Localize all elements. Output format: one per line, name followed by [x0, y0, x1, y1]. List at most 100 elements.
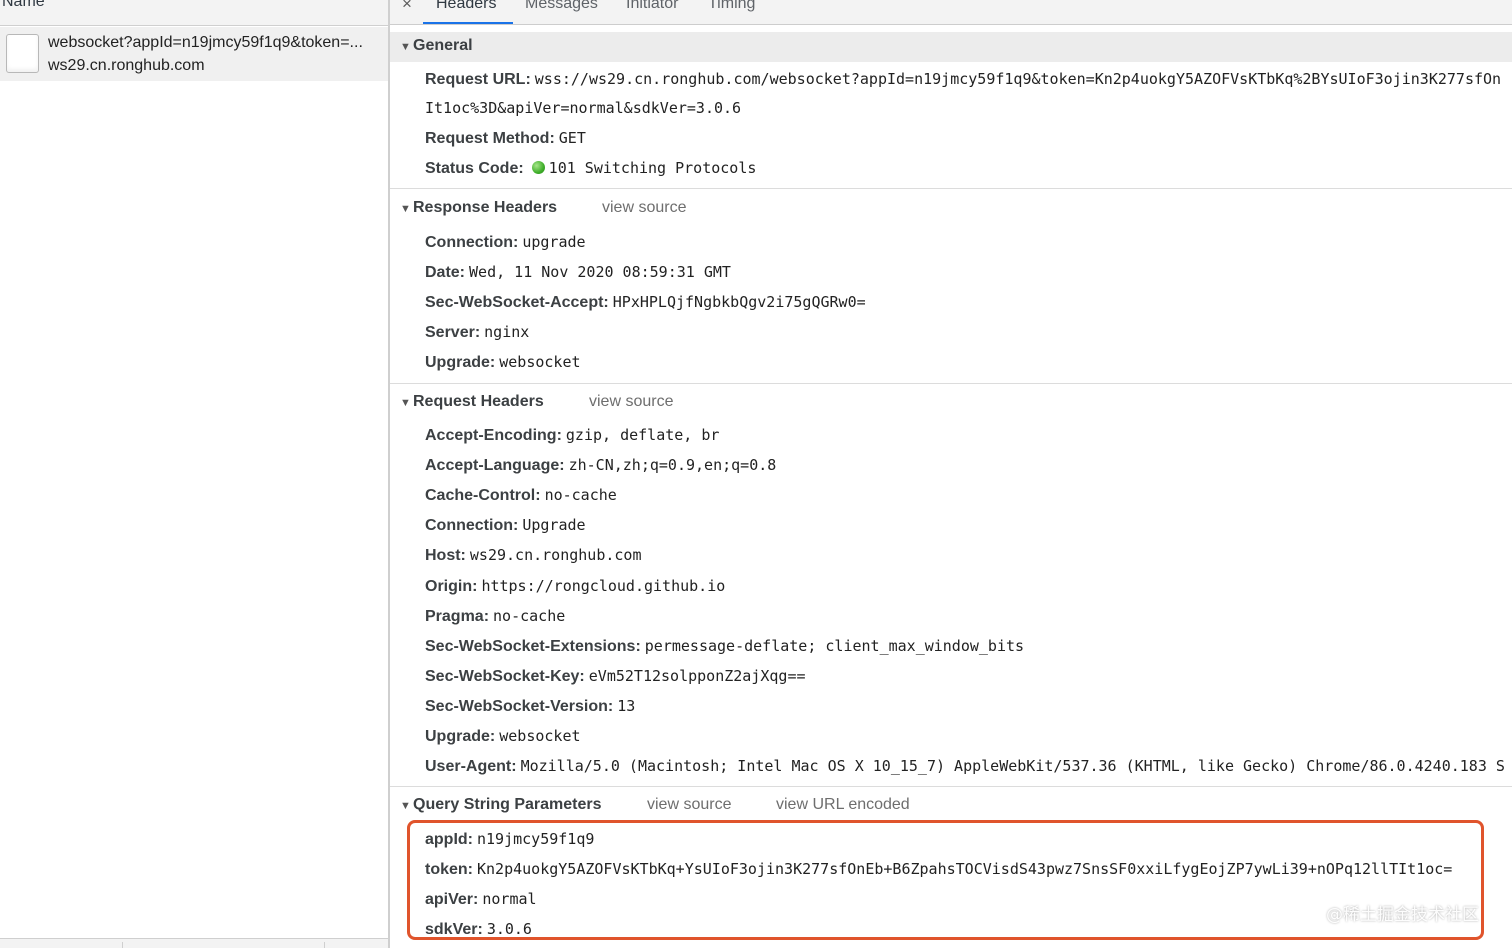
request-details-panel: × Headers Messages Initiator Timing ▼ Ge… — [390, 0, 1512, 948]
request-method-value: GET — [558, 129, 586, 147]
response-headers-title: Response Headers — [413, 199, 558, 216]
status-code-value: 101 Switching Protocols — [548, 159, 757, 177]
header-value: HPxHPLQjfNgbkbQgv2i75gQGRw0= — [612, 293, 866, 311]
document-icon — [6, 34, 39, 73]
header-value: Mozilla/5.0 (Macintosh; Intel Mac OS X 1… — [520, 757, 1505, 776]
header-key: Cache-Control: — [425, 487, 541, 505]
header-value: permessage-deflate; client_max_window_bi… — [644, 636, 1025, 655]
section-divider — [390, 786, 1512, 787]
status-bar-divider — [324, 942, 325, 948]
request-url-value-continued: It1oc%3D&apiVer=normal&sdkVer=3.0.6 — [425, 99, 742, 117]
request-method-row: Request Method: GET — [425, 128, 586, 149]
header-value: https://rongcloud.github.io — [481, 576, 726, 595]
header-value: upgrade — [522, 233, 586, 251]
tab-initiator[interactable]: Initiator — [626, 0, 678, 14]
request-url-row-continued: It1oc%3D&apiVer=normal&sdkVer=3.0.6 — [425, 98, 741, 119]
request-name: websocket?appId=n19jmcy59f1q9&token=... — [48, 34, 363, 51]
tab-timing[interactable]: Timing — [708, 0, 755, 14]
request-header-row: Origin: https://rongcloud.github.io — [425, 576, 725, 597]
general-section-header[interactable]: ▼ General — [390, 32, 1512, 62]
response-header-row: Sec-WebSocket-Accept: HPxHPLQjfNgbkbQgv2i… — [425, 292, 866, 313]
header-value: ws29.cn.ronghub.com — [469, 546, 642, 565]
request-header-row: Pragma: no-cache — [425, 606, 565, 627]
header-key: Origin: — [425, 577, 478, 595]
request-header-row: User-Agent: Mozilla/5.0 (Macintosh; Intel… — [425, 756, 1505, 777]
request-list-panel: Name websocket?appId=n19jmcy59f1q9&token… — [0, 0, 388, 948]
request-header-row: Host: ws29.cn.ronghub.com — [425, 545, 641, 566]
name-column-label: Name — [2, 0, 45, 10]
details-tabbar: × Headers Messages Initiator Timing — [390, 0, 1512, 25]
request-url-row: Request URL: wss://ws29.cn.ronghub.com/we… — [425, 69, 1501, 90]
query-params-section-header[interactable]: ▼ Query String Parameters view source vi… — [390, 793, 1512, 819]
header-value: websocket — [499, 353, 581, 371]
status-bar — [0, 938, 388, 948]
header-value: websocket — [499, 727, 581, 745]
header-value: no-cache — [493, 606, 566, 625]
request-header-row: Accept-Language: zh-CN,zh;q=0.9,en;q=0.8 — [425, 455, 776, 476]
status-bar-divider — [122, 942, 123, 948]
header-key: Server: — [425, 324, 481, 341]
response-header-row: Date: Wed, 11 Nov 2020 08:59:31 GMT — [425, 262, 731, 283]
triangle-down-icon: ▼ — [400, 41, 411, 53]
header-key: Sec-WebSocket-Extensions: — [425, 637, 641, 655]
header-key: Sec-WebSocket-Key: — [425, 667, 585, 685]
section-divider — [390, 188, 1512, 189]
header-value: eVm52T12solpponZ2ajXqg== — [588, 666, 806, 685]
section-divider — [390, 383, 1512, 384]
request-view-source-link[interactable]: view source — [589, 393, 673, 411]
query-params-title: Query String Parameters — [413, 796, 602, 813]
query-view-source-link[interactable]: view source — [647, 796, 731, 814]
close-icon[interactable]: × — [402, 0, 412, 14]
response-headers-section-header[interactable]: ▼ Response Headers view source — [390, 196, 1512, 222]
header-value: gzip, deflate, br — [565, 426, 720, 444]
header-key: Sec-WebSocket-Version: — [425, 697, 614, 715]
view-url-encoded-link[interactable]: view URL encoded — [776, 796, 910, 814]
request-headers-title: Request Headers — [413, 393, 544, 410]
header-key: Pragma: — [425, 607, 490, 625]
request-header-row: Upgrade: websocket — [425, 726, 581, 747]
header-value: Wed, 11 Nov 2020 08:59:31 GMT — [469, 263, 731, 281]
header-key: Date: — [425, 264, 466, 281]
request-host: ws29.cn.ronghub.com — [48, 57, 205, 74]
response-header-row: Upgrade: websocket — [425, 352, 581, 373]
request-row-websocket[interactable]: websocket?appId=n19jmcy59f1q9&token=... … — [0, 27, 388, 81]
status-code-row: Status Code: 101 Switching Protocols — [425, 158, 756, 179]
request-header-row: Sec-WebSocket-Version: 13 — [425, 696, 635, 717]
request-header-row: Sec-WebSocket-Key: eVm52T12solpponZ2ajXqg… — [425, 666, 806, 687]
tab-messages[interactable]: Messages — [525, 0, 598, 14]
header-key: User-Agent: — [425, 758, 517, 776]
active-tab-indicator — [423, 22, 513, 24]
status-code-label: Status Code: — [425, 160, 524, 177]
header-value: nginx — [484, 323, 530, 341]
header-key: Host: — [425, 547, 466, 565]
watermark: @稀土掘金技术社区 — [1326, 905, 1479, 925]
header-key: Connection: — [425, 517, 519, 535]
request-header-row: Accept-Encoding: gzip, deflate, br — [425, 425, 719, 446]
highlight-annotation-box — [407, 820, 1484, 940]
request-url-label: Request URL: — [425, 71, 531, 88]
header-value: Upgrade — [522, 516, 586, 535]
header-value: 13 — [617, 696, 636, 715]
status-dot-icon — [531, 161, 545, 174]
tab-headers[interactable]: Headers — [436, 0, 496, 14]
header-key: Sec-WebSocket-Accept: — [425, 294, 609, 311]
header-value: zh-CN,zh;q=0.9,en;q=0.8 — [568, 456, 777, 475]
request-method-label: Request Method: — [425, 130, 555, 147]
header-key: Upgrade: — [425, 354, 496, 371]
response-header-row: Connection: upgrade — [425, 232, 586, 253]
header-key: Accept-Encoding: — [425, 427, 562, 444]
triangle-down-icon: ▼ — [400, 800, 411, 812]
response-header-row: Server: nginx — [425, 322, 529, 343]
header-key: Connection: — [425, 234, 519, 251]
request-url-value: wss://ws29.cn.ronghub.com/websocket?appI… — [534, 70, 1502, 88]
triangle-down-icon: ▼ — [400, 203, 411, 215]
request-headers-section-header[interactable]: ▼ Request Headers view source — [390, 390, 1512, 416]
request-header-row: Connection: Upgrade — [425, 515, 586, 536]
triangle-down-icon: ▼ — [400, 397, 411, 409]
request-header-row: Cache-Control: no-cache — [425, 485, 617, 506]
header-value: no-cache — [544, 486, 617, 505]
name-column-header[interactable]: Name — [0, 0, 388, 26]
response-view-source-link[interactable]: view source — [602, 199, 686, 217]
header-key: Accept-Language: — [425, 457, 565, 475]
header-key: Upgrade: — [425, 728, 496, 745]
